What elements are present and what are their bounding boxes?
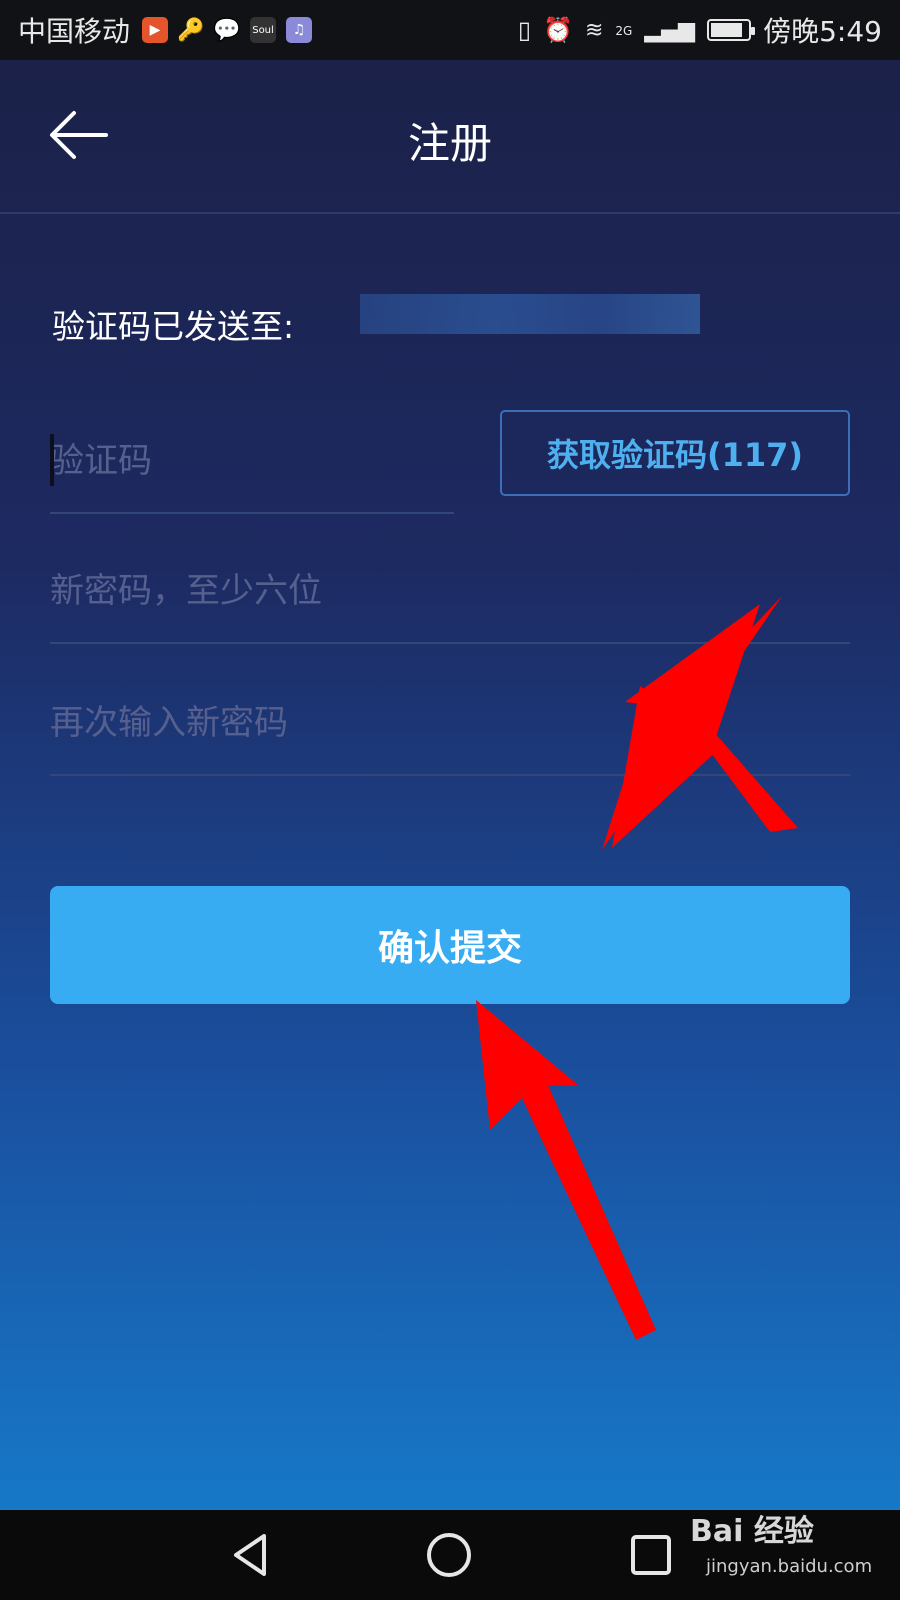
get-code-button[interactable]: 获取验证码(117) xyxy=(500,410,850,496)
clock: 傍晚5:49 xyxy=(763,15,882,48)
status-right: ▯ ⏰ ≋ 2G ▂▄▆ 傍晚5:49 xyxy=(518,10,882,50)
notification-icons: ▶ 🔑 💬 Soul ♫ xyxy=(142,17,313,43)
code-sent-label: 验证码已发送至: xyxy=(52,307,295,346)
watermark-brand: Bai 经验 xyxy=(690,1514,814,1549)
soul-app-icon: Soul xyxy=(250,17,277,43)
submit-button[interactable]: 确认提交 xyxy=(50,886,850,1004)
signal-icon: ▂▄▆ xyxy=(644,17,696,43)
new-password-field[interactable] xyxy=(50,540,850,644)
register-screen: 注册 验证码已发送至: 获取验证码(117) 确认提交 xyxy=(0,60,900,1510)
confirm-password-input[interactable] xyxy=(50,672,850,774)
new-password-input[interactable] xyxy=(50,540,850,642)
recents-square-icon[interactable] xyxy=(624,1528,678,1582)
music-app-icon: ♫ xyxy=(286,17,313,43)
header: 注册 xyxy=(0,60,900,214)
network-type-label: 2G xyxy=(615,24,633,38)
code-field[interactable] xyxy=(50,410,454,514)
watermark-url: jingyan.baidu.com xyxy=(706,1556,873,1577)
carrier-label: 中国移动 xyxy=(18,15,131,48)
video-app-icon: ▶ xyxy=(142,17,169,43)
page-title: 注册 xyxy=(407,119,492,168)
vibrate-icon: ▯ xyxy=(517,16,532,44)
confirm-password-field[interactable] xyxy=(50,672,850,776)
chat-bubble-icon: 💬 xyxy=(213,17,241,43)
home-circle-icon[interactable] xyxy=(422,1528,476,1582)
code-input[interactable] xyxy=(50,410,454,512)
battery-icon xyxy=(707,19,756,41)
masked-phone-number xyxy=(360,294,700,334)
text-cursor xyxy=(50,434,54,486)
alarm-icon: ⏰ xyxy=(543,16,573,44)
status-bar: 中国移动 ▶ 🔑 💬 Soul ♫ ▯ ⏰ ≋ 2G ▂▄▆ 傍晚5:49 xyxy=(0,0,900,60)
key-icon: 🔑 xyxy=(177,17,205,43)
wifi-icon: ≋ xyxy=(584,17,604,43)
back-triangle-icon[interactable] xyxy=(224,1528,278,1582)
